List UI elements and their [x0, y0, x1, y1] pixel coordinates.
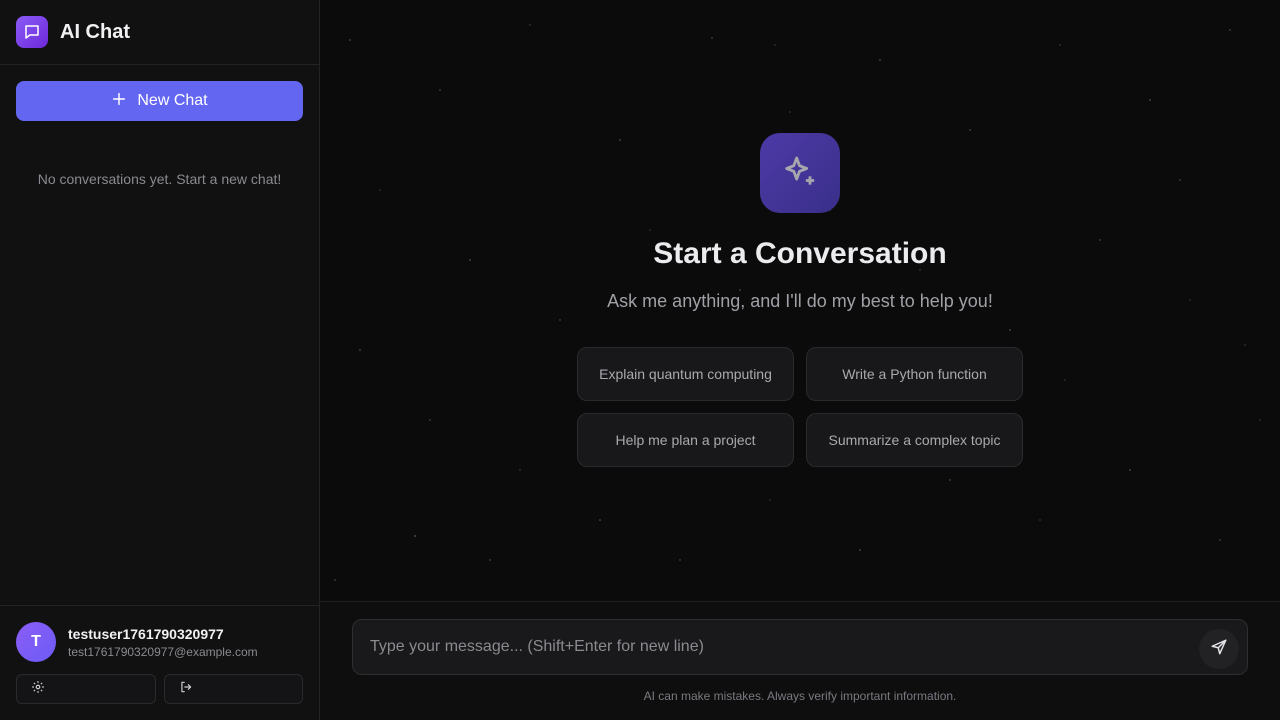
suggestion-button[interactable]: Help me plan a project: [577, 413, 794, 467]
hero-title: Start a Conversation: [653, 237, 947, 270]
sidebar-footer: T testuser1761790320977 test176179032097…: [0, 605, 319, 720]
user-profile: T testuser1761790320977 test176179032097…: [16, 622, 303, 662]
new-chat-label: New Chat: [137, 92, 208, 109]
chat-bubble-icon: [16, 16, 48, 48]
main-panel: Start a Conversation Ask me anything, an…: [320, 0, 1280, 720]
send-button[interactable]: [1199, 629, 1239, 669]
sparkles-icon: [760, 133, 840, 213]
plus-icon: [111, 91, 127, 112]
hero-subtitle: Ask me anything, and I'll do my best to …: [607, 291, 993, 311]
sidebar-header: AI Chat: [0, 0, 319, 65]
empty-state: Start a Conversation Ask me anything, an…: [320, 133, 1280, 467]
logout-icon: [179, 680, 193, 699]
app-root: AI Chat New Chat No conversations yet. S…: [0, 0, 1280, 720]
message-input[interactable]: [370, 638, 1199, 656]
app-title: AI Chat: [60, 20, 130, 43]
user-name: testuser1761790320977: [68, 625, 224, 642]
avatar: T: [16, 622, 56, 662]
user-info: testuser1761790320977 test1761790320977@…: [68, 626, 258, 659]
gear-icon: [31, 680, 45, 699]
footer-buttons: [16, 674, 303, 704]
disclaimer-text: AI can make mistakes. Always verify impo…: [643, 689, 957, 703]
message-composer: [352, 619, 1248, 675]
suggestion-button[interactable]: Summarize a complex topic: [806, 413, 1023, 467]
suggestion-button[interactable]: Write a Python function: [806, 347, 1023, 401]
user-email: test1761790320977@example.com: [68, 644, 258, 659]
composer-area: AI can make mistakes. Always verify impo…: [320, 601, 1280, 720]
sidebar: AI Chat New Chat No conversations yet. S…: [0, 0, 320, 720]
new-chat-button[interactable]: New Chat: [16, 81, 303, 121]
settings-button[interactable]: [16, 674, 156, 704]
suggestion-button[interactable]: Explain quantum computing: [577, 347, 794, 401]
send-icon: [1210, 638, 1228, 661]
suggestion-grid: Explain quantum computing Write a Python…: [577, 347, 1023, 467]
empty-conversations-text: No conversations yet. Start a new chat!: [37, 171, 282, 187]
logout-button[interactable]: [163, 674, 303, 704]
